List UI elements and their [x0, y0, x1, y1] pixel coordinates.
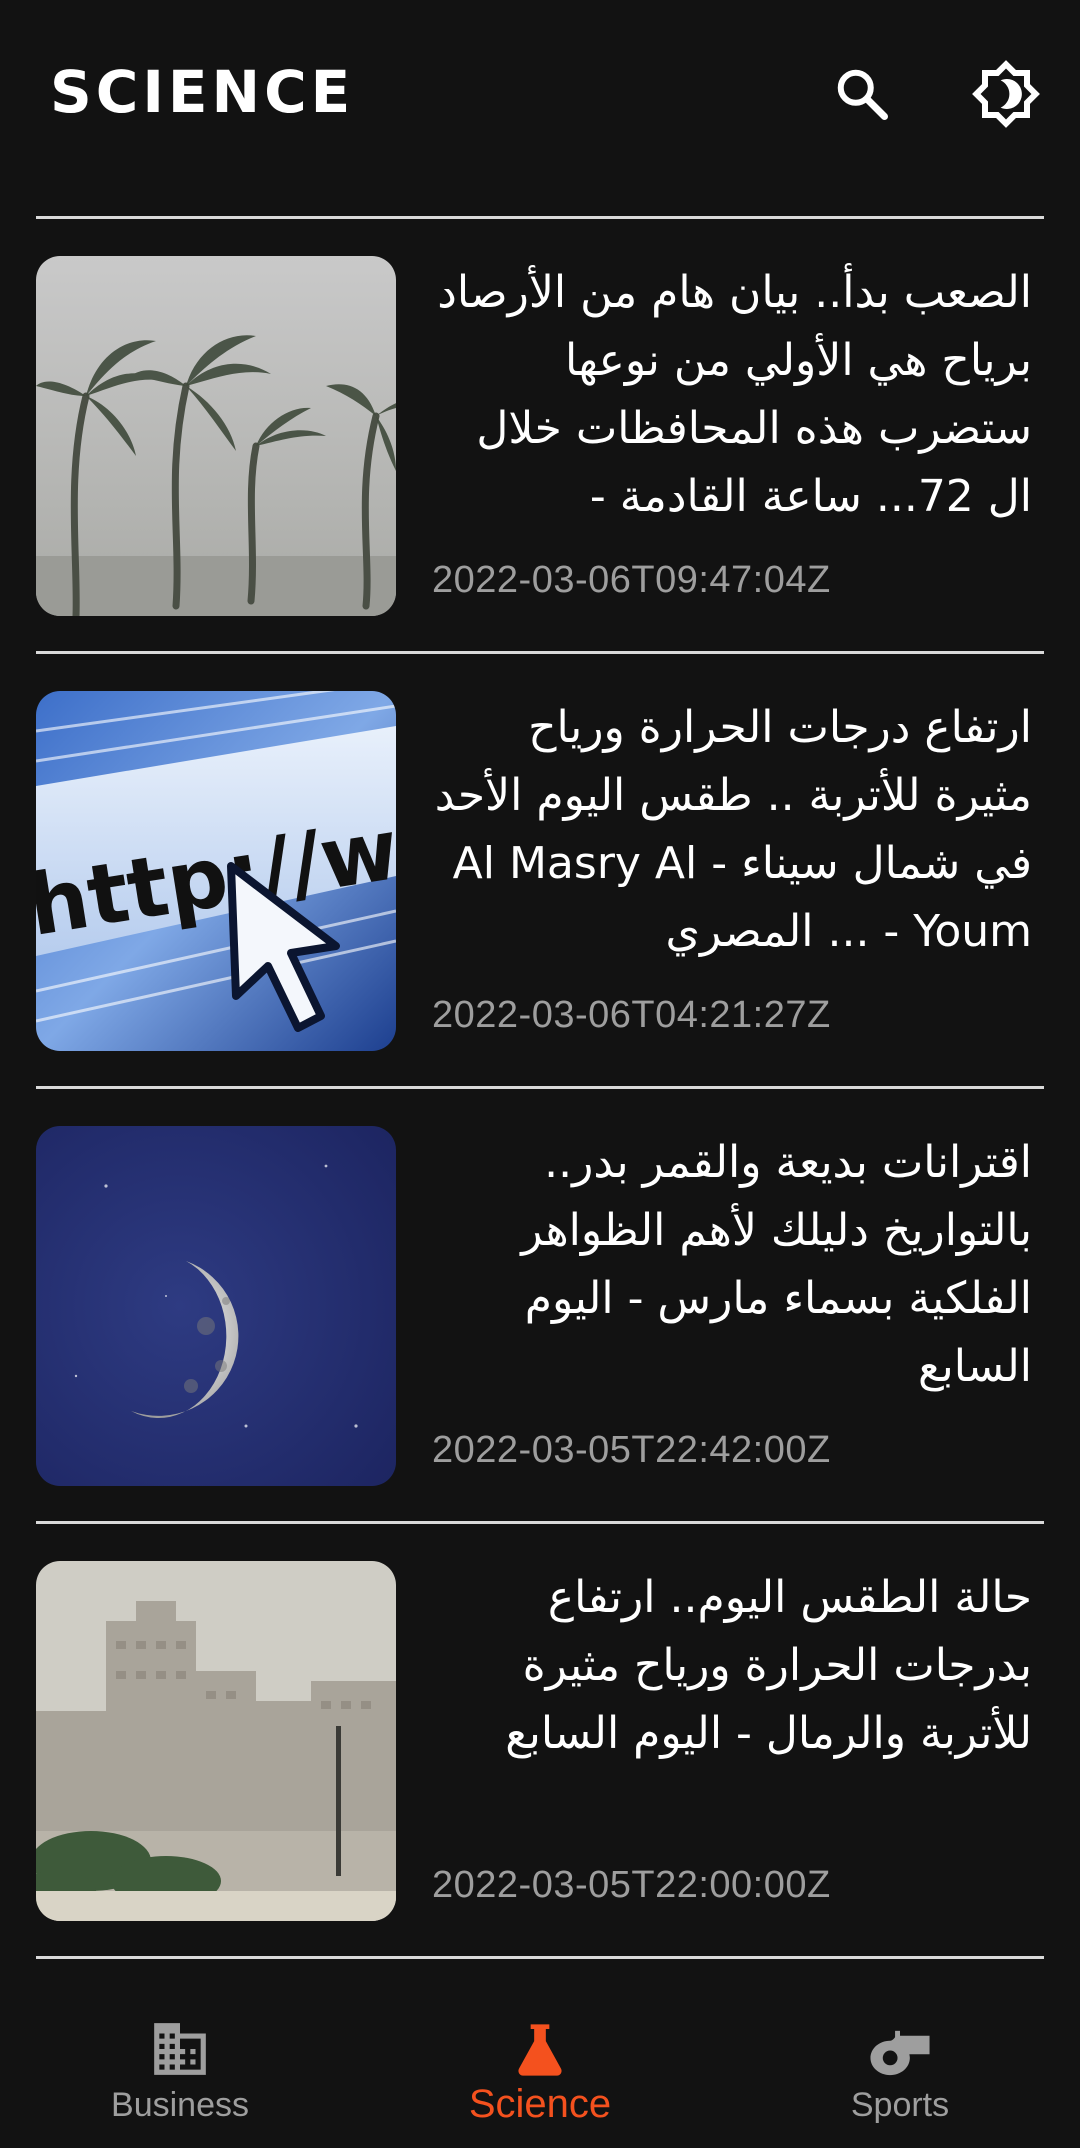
search-icon [837, 69, 888, 120]
nav-label: Sports [850, 2086, 950, 2124]
dusty-city-image [36, 1561, 396, 1921]
article-headline: اقترانات بديعة والقمر بدر.. بالتواريخ دل… [521, 1137, 1032, 1392]
article-headline: ارتفاع درجات الحرارة ورياح مثيرة للأتربة… [434, 702, 1032, 957]
divider [36, 1956, 1044, 1959]
article-card[interactable]: حالة الطقس اليوم.. ارتفاع بدرجات الحرارة… [0, 1524, 1080, 1956]
http-url-image: http://ww [36, 691, 396, 1051]
article-thumbnail [36, 1561, 396, 1921]
article-thumbnail: http://ww [36, 691, 396, 1051]
article-thumbnail [36, 256, 396, 616]
crescent-moon-image [36, 1126, 396, 1486]
article-timestamp: 2022-03-06T04:21:27Z [432, 994, 831, 1036]
whistle-icon [870, 2030, 930, 2076]
article-timestamp: 2022-03-05T22:42:00Z [432, 1429, 831, 1471]
article-card[interactable]: اقترانات بديعة والقمر بدر.. بالتواريخ دل… [0, 1089, 1080, 1521]
article-headline: حالة الطقس اليوم.. ارتفاع بدرجات الحرارة… [505, 1572, 1032, 1759]
page-title: SCIENCE [50, 58, 355, 126]
bottom-navigation: Business Science Sports [0, 1964, 1080, 2148]
article-thumbnail [36, 1126, 396, 1486]
brightness-icon [972, 60, 1040, 128]
flask-icon [518, 2024, 562, 2076]
nav-item-science[interactable]: Science [360, 1964, 720, 2148]
top-app-bar: SCIENCE [0, 0, 1080, 190]
article-timestamp: 2022-03-06T09:47:04Z [432, 559, 831, 601]
search-button[interactable] [820, 52, 904, 136]
nav-label: Science [468, 2082, 612, 2126]
article-timestamp: 2022-03-05T22:00:00Z [432, 1864, 831, 1906]
news-app: SCIENCE الصعب بدأ.. بيان هام من الأرصاد … [0, 0, 1080, 2148]
article-headline: الصعب بدأ.. بيان هام من الأرصاد برياح هي… [437, 267, 1032, 522]
nav-item-business[interactable]: Business [0, 1964, 360, 2148]
nav-item-sports[interactable]: Sports [720, 1964, 1080, 2148]
article-card[interactable]: http://ww ارتفاع درجات الحرارة ورياح مثي… [0, 654, 1080, 1086]
article-card[interactable]: الصعب بدأ.. بيان هام من الأرصاد برياح هي… [0, 219, 1080, 651]
building-icon [154, 2023, 206, 2075]
palm-trees-image [36, 256, 396, 616]
theme-toggle-button[interactable] [964, 52, 1048, 136]
nav-label: Business [111, 2086, 249, 2124]
